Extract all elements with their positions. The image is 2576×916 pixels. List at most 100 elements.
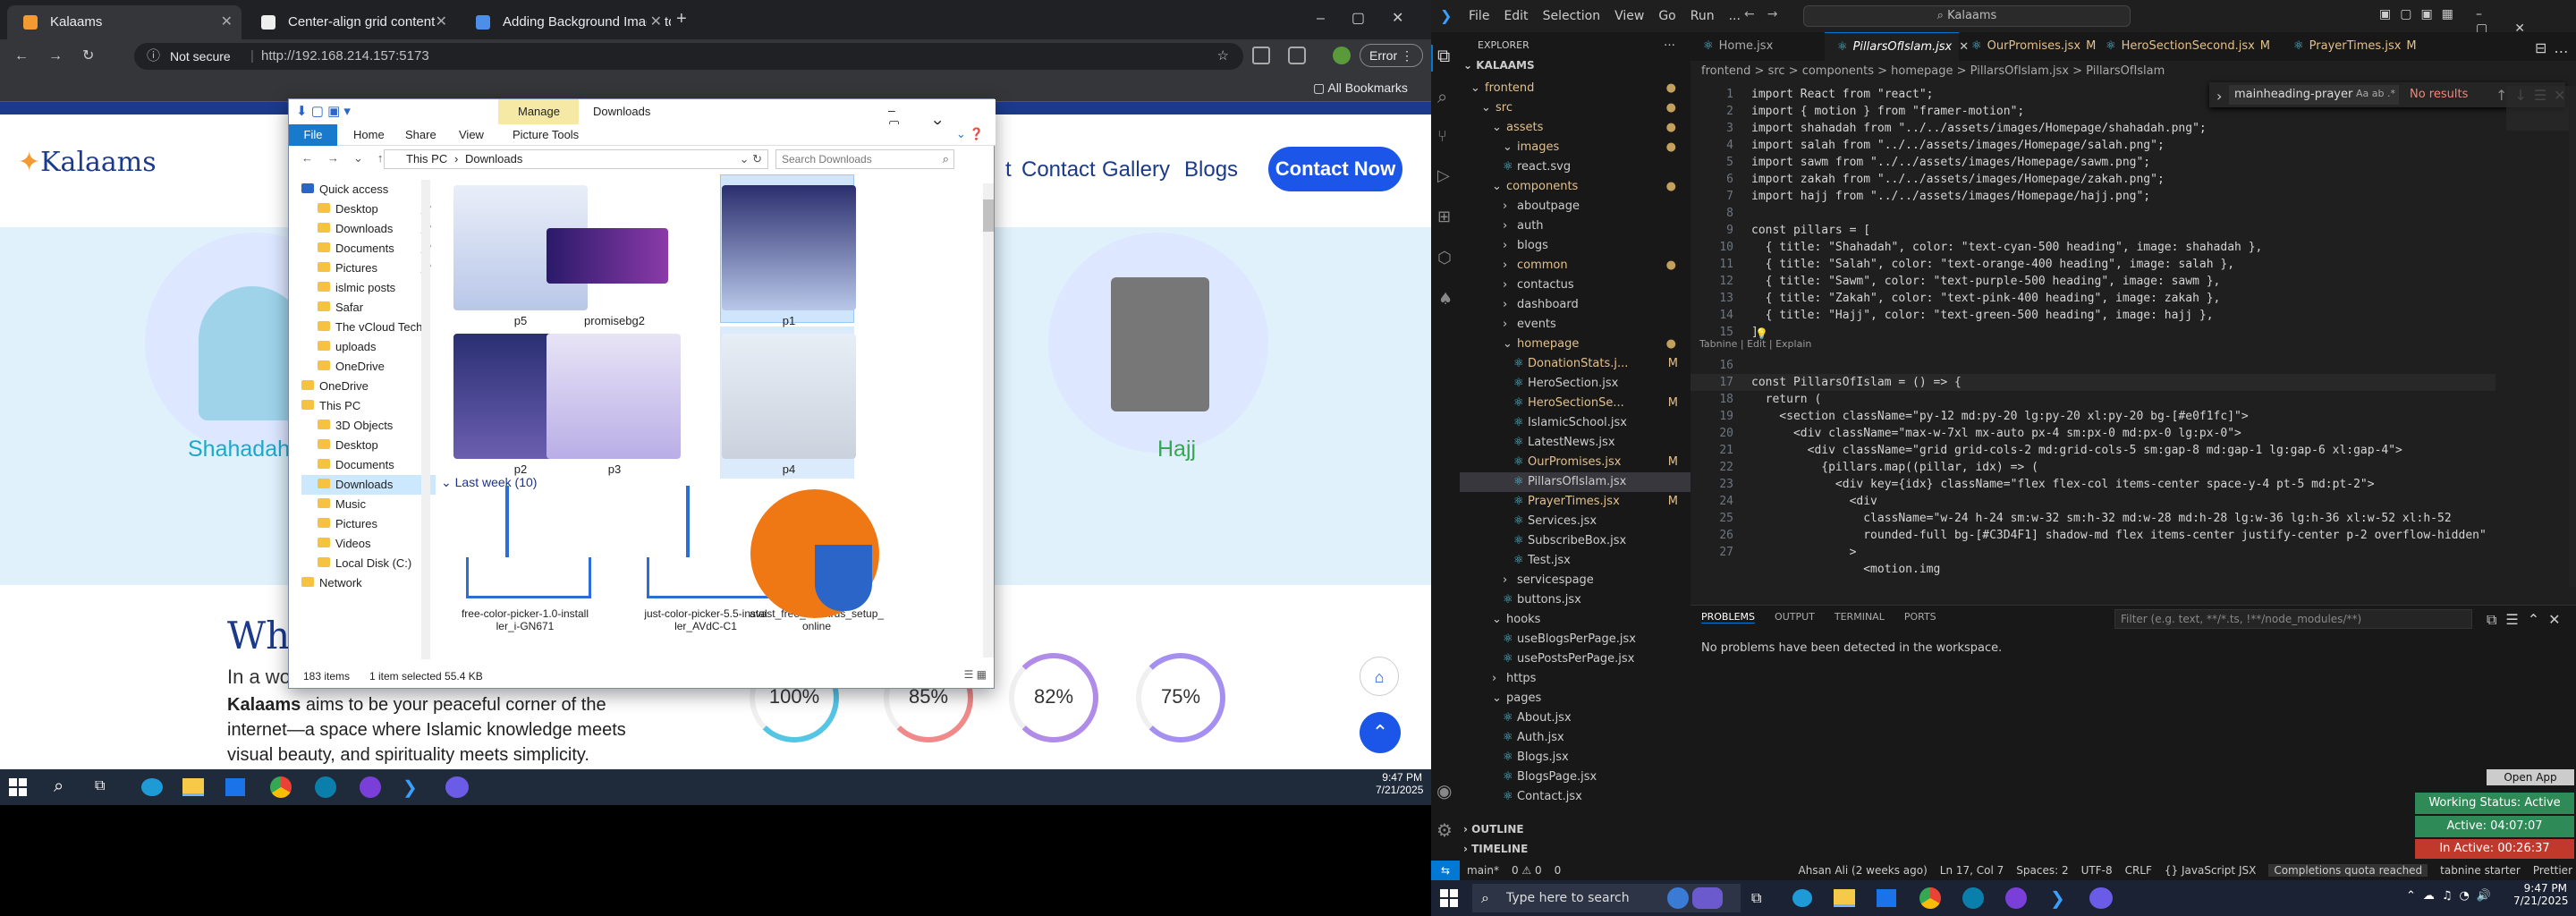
path-this-pc[interactable]: This PC (406, 150, 447, 168)
tab-kalaams[interactable]: Kalaams ✕ (7, 5, 242, 39)
explorer-search[interactable]: Search Downloads ⌕ (775, 149, 954, 169)
panel-tab[interactable]: PORTS (1904, 611, 1936, 623)
code-line[interactable]: 20 <div className="max-w-7xl mx-auto px-… (1690, 425, 2496, 442)
code-line[interactable]: 26 rounded-full bg-[#C3D4F1] shadow-md f… (1690, 527, 2496, 544)
nav-partial[interactable]: t (1005, 157, 1012, 182)
menu-item[interactable]: File (1469, 9, 1489, 23)
file-thumbnail-p4[interactable] (722, 334, 856, 459)
edge-icon[interactable] (141, 778, 163, 796)
nav-item[interactable]: Quick access (301, 180, 436, 199)
zoom-icon[interactable] (2089, 887, 2113, 909)
status-item[interactable]: UTF-8 (2081, 864, 2113, 877)
tree-file[interactable]: ⚛ buttons.jsx (1460, 590, 1690, 610)
menu-item[interactable]: Selection (1543, 9, 1601, 23)
explorer-path[interactable]: This PC › Downloads ⌄ ↻ (384, 149, 768, 169)
nav-item[interactable]: The vCloud Tech (301, 318, 436, 337)
nav-gallery[interactable]: Gallery (1102, 157, 1170, 182)
code-line[interactable]: 21 <div className="grid grid-cols-2 md:g… (1690, 442, 2496, 459)
avast-icon[interactable] (750, 489, 879, 618)
tree-folder[interactable]: ⌄ frontend ● (1460, 79, 1690, 98)
menu-item[interactable]: View (1614, 9, 1644, 23)
panel-tab[interactable]: TERMINAL (1835, 611, 1885, 623)
extensions-icon[interactable]: ⊞ (1437, 208, 1451, 226)
file-thumbnail-p1[interactable] (722, 185, 856, 310)
chat-button[interactable]: ⌂ (1360, 657, 1399, 696)
menu-item[interactable]: Go (1658, 9, 1675, 23)
address-bar[interactable]: ⓘ Not secure | http://192.168.214.157:51… (134, 43, 1243, 70)
root-folder[interactable]: ⌄ KALAAMS (1463, 59, 1535, 72)
tree-folder[interactable]: › events (1460, 315, 1690, 335)
url-text[interactable]: http://192.168.214.157:5173 (261, 43, 429, 70)
contact-now-button[interactable]: Contact Now (1268, 147, 1402, 191)
nav-item[interactable]: islmic posts (301, 278, 436, 298)
taskbar-search[interactable]: ⌕ Type here to search (1472, 884, 1741, 912)
search-icon[interactable]: ⌕ (1437, 86, 1447, 107)
installer-icon-1[interactable] (457, 486, 600, 602)
code-line[interactable]: 13 { title: "Zakah", color: "text-pink-4… (1690, 290, 2496, 307)
nav-item[interactable]: 3D Objects (301, 416, 436, 436)
code-line[interactable]: 14 { title: "Hajj", color: "text-green-5… (1690, 307, 2496, 324)
github-icon[interactable]: ⬡ (1437, 249, 1452, 267)
menu-item[interactable]: Edit (1504, 9, 1528, 23)
timeline-section[interactable]: › TIMELINE (1463, 843, 1528, 855)
store-icon[interactable] (1877, 889, 1896, 907)
tree-file[interactable]: ⚛ Contact.jsx (1460, 787, 1690, 807)
app-icon[interactable] (315, 776, 336, 798)
status-item[interactable]: CRLF (2125, 864, 2152, 877)
right-clock[interactable]: 9:47 PM 7/21/2025 (2513, 882, 2569, 907)
status-item[interactable]: Completions quota reached (2268, 864, 2428, 877)
task-view-icon[interactable]: ⧉ (95, 778, 105, 794)
nav-item[interactable]: Music (301, 495, 436, 514)
code-line[interactable]: 4 import salah from "../../assets/images/… (1690, 137, 2496, 154)
vscode-icon[interactable]: ❯ (402, 776, 418, 799)
file-thumbnail-p3[interactable] (547, 334, 681, 459)
profile-error-button[interactable]: Error ⋮ (1360, 44, 1424, 67)
leaf-icon[interactable]: ♠ (1438, 290, 1453, 309)
tree-file[interactable]: ⚛ HeroSectionSe... M (1460, 394, 1690, 413)
task-view-icon[interactable]: ⧉ (1751, 889, 1761, 907)
file-label[interactable]: p1 (699, 314, 878, 327)
edge-icon[interactable] (1792, 889, 1812, 907)
code-line[interactable]: 17 const PillarsOfIslam = () => { (1690, 374, 2496, 391)
explorer-icon[interactable]: ⧉ (1437, 45, 1450, 66)
search-icon[interactable]: ⌕ (54, 776, 64, 797)
status-item[interactable]: 0 ⚠ 0 (1512, 864, 1542, 877)
store-icon[interactable] (225, 778, 245, 796)
editor-tab[interactable]: ⚛ PillarsOfIslam.jsx ✕ (1825, 32, 1969, 61)
content-scrollbar[interactable] (983, 183, 994, 657)
nav-item[interactable]: OneDrive (301, 357, 436, 377)
extension-icon[interactable] (1252, 47, 1270, 64)
code-line[interactable]: 25 className="w-24 h-24 sm:w-32 sm:h-32 … (1690, 510, 2496, 527)
editor-tab[interactable]: ⚛ Home.jsx (1690, 32, 1825, 61)
tree-folder[interactable]: › auth (1460, 216, 1690, 236)
code-line[interactable]: 6 import zakah from "../../assets/images/… (1690, 171, 2496, 188)
editor-actions-icon[interactable]: ⊟… (2535, 39, 2575, 56)
command-center[interactable]: ⌕ Kalaams (1803, 5, 2131, 27)
ribbon-context-manage[interactable]: Manage (498, 99, 579, 124)
tree-file[interactable]: ⚛ SubscribeBox.jsx (1460, 531, 1690, 551)
breadcrumb[interactable]: frontend > src > components > homepage >… (1701, 64, 2165, 78)
outline-section[interactable]: › OUTLINE (1463, 823, 1524, 835)
quick-access-toolbar-icon[interactable]: ⬇ ▢ ▣ ▾ (296, 103, 351, 119)
editor-tab[interactable]: ⚛ HeroSectionSecond.jsx M (2093, 32, 2281, 61)
nav-item[interactable]: OneDrive (301, 377, 436, 396)
left-clock[interactable]: 9:47 PM 7/21/2025 (1376, 771, 1423, 796)
status-item[interactable]: main* (1467, 864, 1499, 877)
file-thumbnail-promisebg2[interactable] (547, 228, 668, 284)
start-button[interactable] (1440, 889, 1458, 907)
view-toggle-icon[interactable]: ☰ ▦ (964, 668, 987, 681)
code-line[interactable]: 3 import shahadah from "../../assets/imag… (1690, 120, 2496, 137)
tree-file[interactable]: ⚛ IslamicSchool.jsx (1460, 413, 1690, 433)
vscode-icon[interactable]: ❯ (2050, 887, 2065, 909)
help-icon[interactable]: ⌄ ❓ (956, 127, 984, 141)
menu-item[interactable]: ... (1729, 9, 1741, 23)
open-app-button[interactable]: Open App (2487, 769, 2574, 785)
panel-actions-icon[interactable]: ⧉☰⌃✕ (2487, 611, 2570, 629)
account-icon[interactable]: ◉ (1436, 780, 1452, 802)
tree-file[interactable]: ⚛ react.svg (1460, 157, 1690, 177)
nav-item[interactable]: Desktop (301, 436, 436, 455)
start-button[interactable] (9, 778, 27, 796)
nav-item[interactable]: Downloads (301, 475, 436, 495)
tree-folder[interactable]: ⌄ src ● (1460, 98, 1690, 118)
tree-folder[interactable]: › dashboard (1460, 295, 1690, 315)
